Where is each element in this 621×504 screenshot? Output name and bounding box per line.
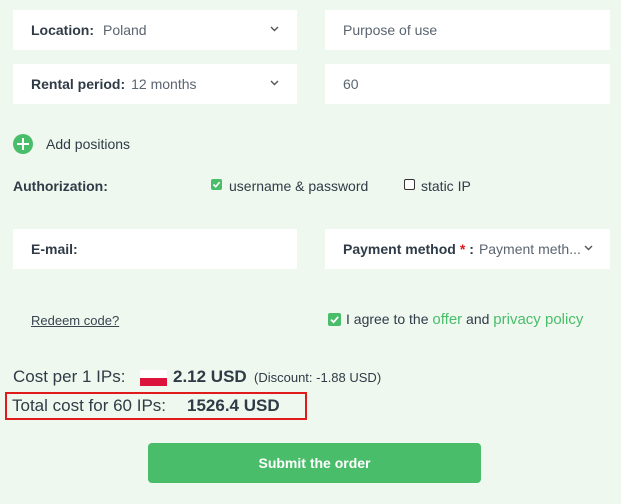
authorization-label: Authorization: xyxy=(13,178,108,194)
email-field[interactable]: E-mail: xyxy=(13,229,297,269)
location-select[interactable]: Location: Poland xyxy=(13,10,297,50)
poland-flag-icon xyxy=(140,370,167,386)
rental-period-value: 12 months xyxy=(131,76,197,92)
cost-per-ip-value: 2.12 USD xyxy=(173,367,247,386)
payment-method-select[interactable]: Payment method * : Payment meth... xyxy=(325,229,610,269)
checkbox-checked-icon[interactable] xyxy=(328,313,341,326)
payment-method-label: Payment method xyxy=(343,241,456,257)
agreement-text: I agree to the offer and privacy policy xyxy=(346,311,583,328)
rental-period-label: Rental period: xyxy=(31,76,126,92)
privacy-policy-link[interactable]: privacy policy xyxy=(493,311,583,328)
auth-option-static-ip[interactable]: static IP xyxy=(421,178,471,194)
chevron-down-icon xyxy=(584,245,593,251)
total-cost-value: 1526.4 USD xyxy=(187,396,280,415)
purpose-input[interactable]: Purpose of use xyxy=(325,10,610,50)
submit-order-button[interactable]: Submit the order xyxy=(148,443,481,483)
quantity-value: 60 xyxy=(343,76,359,92)
purpose-placeholder: Purpose of use xyxy=(343,22,438,38)
rental-period-select[interactable]: Rental period: 12 months xyxy=(13,64,297,104)
offer-link[interactable]: offer xyxy=(432,311,462,328)
payment-method-colon: : xyxy=(469,241,474,257)
payment-method-value: Payment meth... xyxy=(478,241,581,257)
discount-text: (Discount: -1.88 USD) xyxy=(254,370,382,385)
auth-option-username-password[interactable]: username & password xyxy=(229,178,368,194)
location-label: Location: xyxy=(31,22,94,38)
cost-per-ip-label: Cost per 1 IPs: xyxy=(13,367,126,386)
total-cost-label: Total cost for 60 IPs: xyxy=(12,396,167,415)
plus-circle-icon[interactable] xyxy=(13,134,33,154)
location-value: Poland xyxy=(103,22,147,38)
required-mark: * xyxy=(459,241,466,257)
add-positions-link[interactable]: Add positions xyxy=(46,136,130,152)
agree-and: and xyxy=(466,311,490,327)
redeem-code-link[interactable]: Redeem code? xyxy=(31,313,119,328)
checkbox-checked-icon[interactable] xyxy=(211,179,222,190)
email-label: E-mail: xyxy=(31,241,78,257)
agree-prefix: I agree to the xyxy=(346,311,429,327)
checkbox-unchecked-icon[interactable] xyxy=(404,179,415,190)
chevron-down-icon xyxy=(270,80,279,86)
quantity-input[interactable]: 60 xyxy=(325,64,610,104)
chevron-down-icon xyxy=(270,26,279,32)
